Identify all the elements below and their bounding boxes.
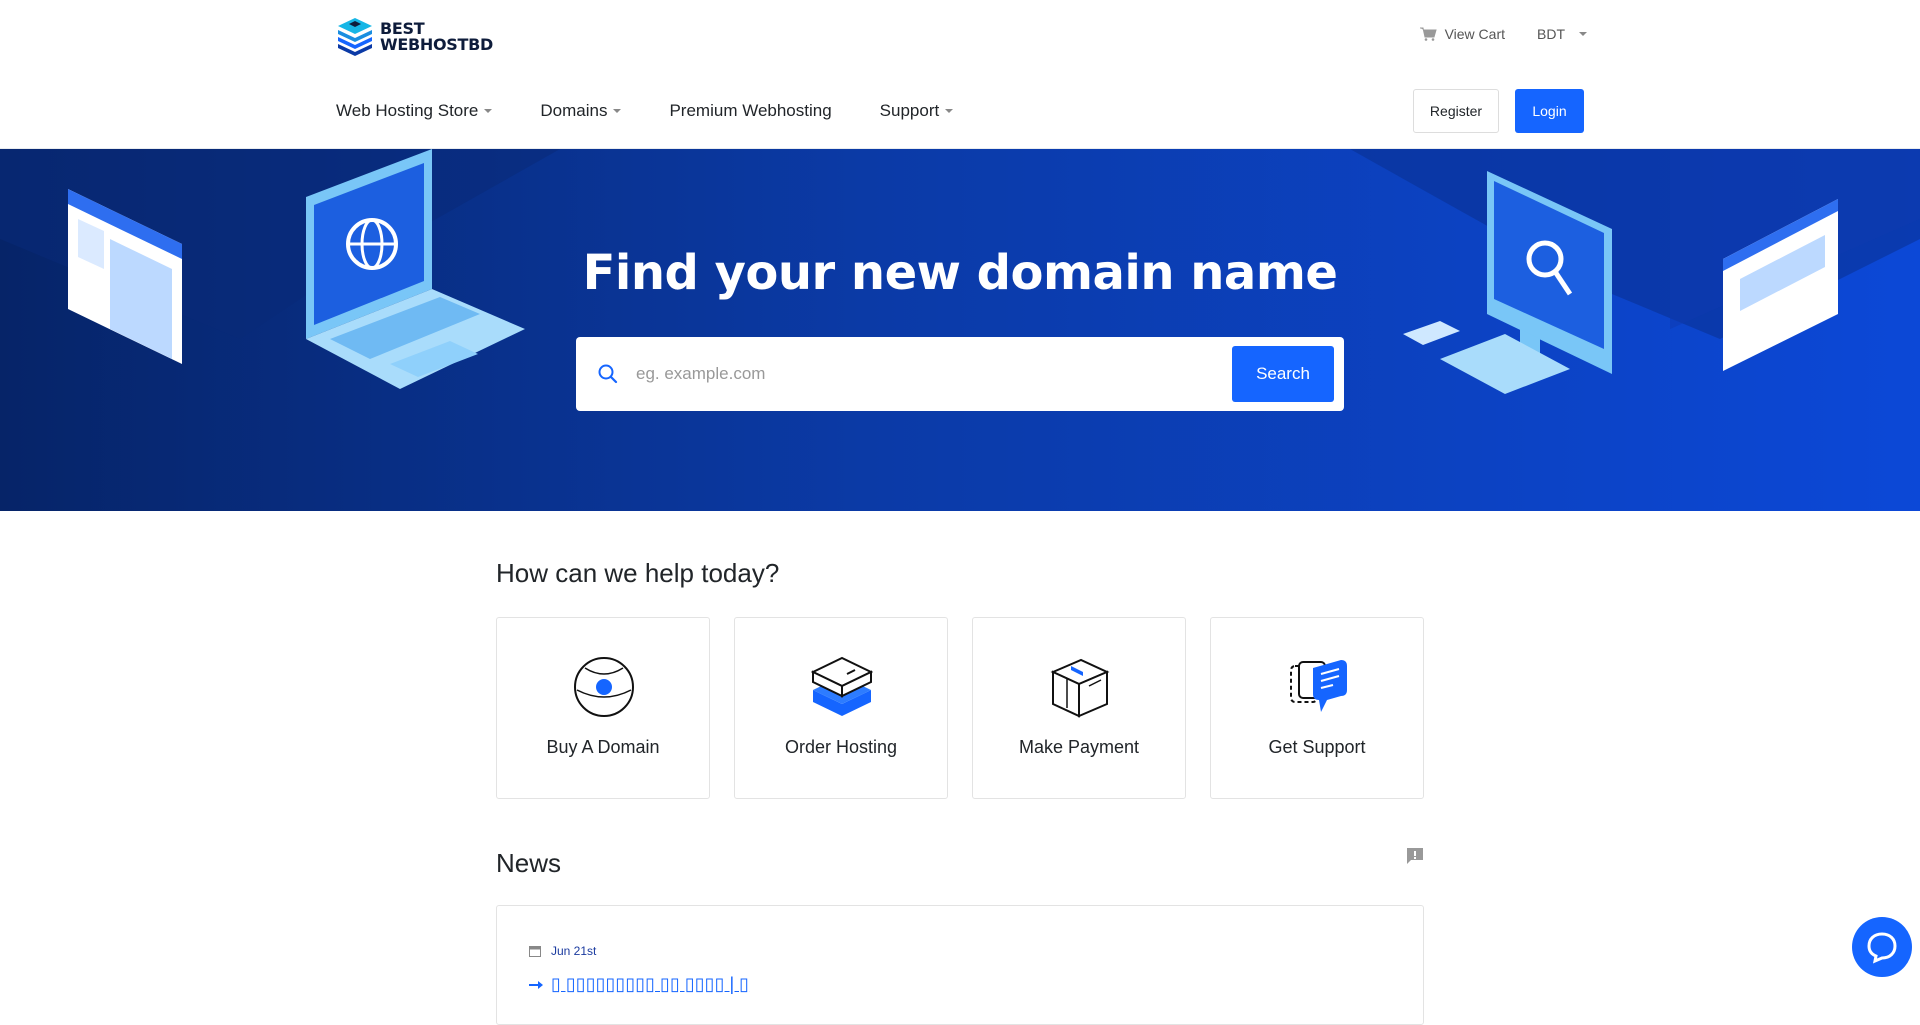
nav-label: Premium Webhosting (669, 101, 832, 120)
news-section-title: News (496, 848, 562, 878)
hero-background-illustration (0, 149, 1920, 394)
support-chat-icon (1290, 660, 1347, 712)
hero-banner: Find your new domain name Search (0, 149, 1920, 511)
news-date: Jun 21st (529, 944, 596, 958)
order-hosting-card[interactable]: Order Hosting (734, 617, 948, 799)
register-button[interactable]: Register (1413, 89, 1499, 133)
calendar-icon (529, 946, 541, 957)
live-chat-button[interactable] (1852, 917, 1912, 977)
currency-label: BDT (1537, 26, 1565, 42)
buy-domain-card[interactable]: Buy A Domain (496, 617, 710, 799)
news-date-label: Jun 21st (551, 944, 597, 958)
card-label: Order Hosting (784, 737, 898, 757)
nav-label: Domains (540, 101, 608, 120)
globe-icon (574, 657, 634, 717)
chevron-down-icon (1579, 32, 1587, 36)
logo-stack-icon (338, 18, 372, 56)
announcement-icon[interactable] (1405, 846, 1425, 866)
nav-label: Web Hosting Store (336, 101, 479, 120)
chevron-down-icon (945, 109, 954, 113)
arrow-right-icon (529, 980, 543, 989)
payment-box-icon (1050, 658, 1110, 718)
card-label: Get Support (1268, 737, 1366, 757)
domain-search-box: Search (576, 337, 1344, 411)
nav-label: Support (879, 101, 940, 120)
help-section-title: How can we help today? (496, 558, 780, 588)
news-headline-link[interactable]: ▯ ▯▯▯▯▯▯▯▯▯ ▯▯ ▯▯▯▯ | ▯ (529, 974, 749, 995)
view-cart-link[interactable]: View Cart (1419, 26, 1505, 42)
news-panel: Jun 21st ▯ ▯▯▯▯▯▯▯▯▯ ▯▯ ▯▯▯▯ | ▯ (496, 905, 1424, 1025)
chat-bubble-icon (1867, 932, 1897, 964)
brand-line-2: WEBHOSTBD (380, 35, 493, 54)
card-label: Buy A Domain (546, 737, 660, 757)
search-icon (598, 364, 618, 384)
view-cart-label: View Cart (1444, 26, 1505, 42)
domain-search-input[interactable] (634, 337, 1274, 411)
nav-web-hosting-store[interactable]: Web Hosting Store (336, 101, 493, 121)
make-payment-card[interactable]: Make Payment (972, 617, 1186, 799)
brand-logo[interactable]: BEST WEBHOSTBD (336, 16, 493, 58)
get-support-card[interactable]: Get Support (1210, 617, 1424, 799)
news-headline-text: ▯ ▯▯▯▯▯▯▯▯▯ ▯▯ ▯▯▯▯ | ▯ (551, 974, 750, 994)
nav-support[interactable]: Support (880, 101, 954, 121)
top-right-links: View Cart BDT (1419, 26, 1587, 42)
hero-title: Find your new domain name (582, 245, 1338, 301)
nav-domains[interactable]: Domains (540, 101, 622, 121)
main-nav: Web Hosting Store Domains Premium Webhos… (336, 101, 954, 121)
card-label: Make Payment (1018, 737, 1140, 757)
server-icon (811, 656, 873, 716)
chevron-down-icon (484, 109, 493, 113)
search-button[interactable]: Search (1232, 346, 1334, 402)
site-header: BEST WEBHOSTBD View Cart BDT Web Hosting… (0, 0, 1920, 149)
help-cards: Buy A Domain Order Hosting Make Payment (496, 617, 1424, 799)
chevron-down-icon (613, 109, 622, 113)
cart-icon (1419, 27, 1437, 41)
login-button[interactable]: Login (1515, 89, 1584, 133)
currency-selector[interactable]: BDT (1537, 26, 1587, 42)
nav-premium-webhosting[interactable]: Premium Webhosting (669, 101, 831, 121)
